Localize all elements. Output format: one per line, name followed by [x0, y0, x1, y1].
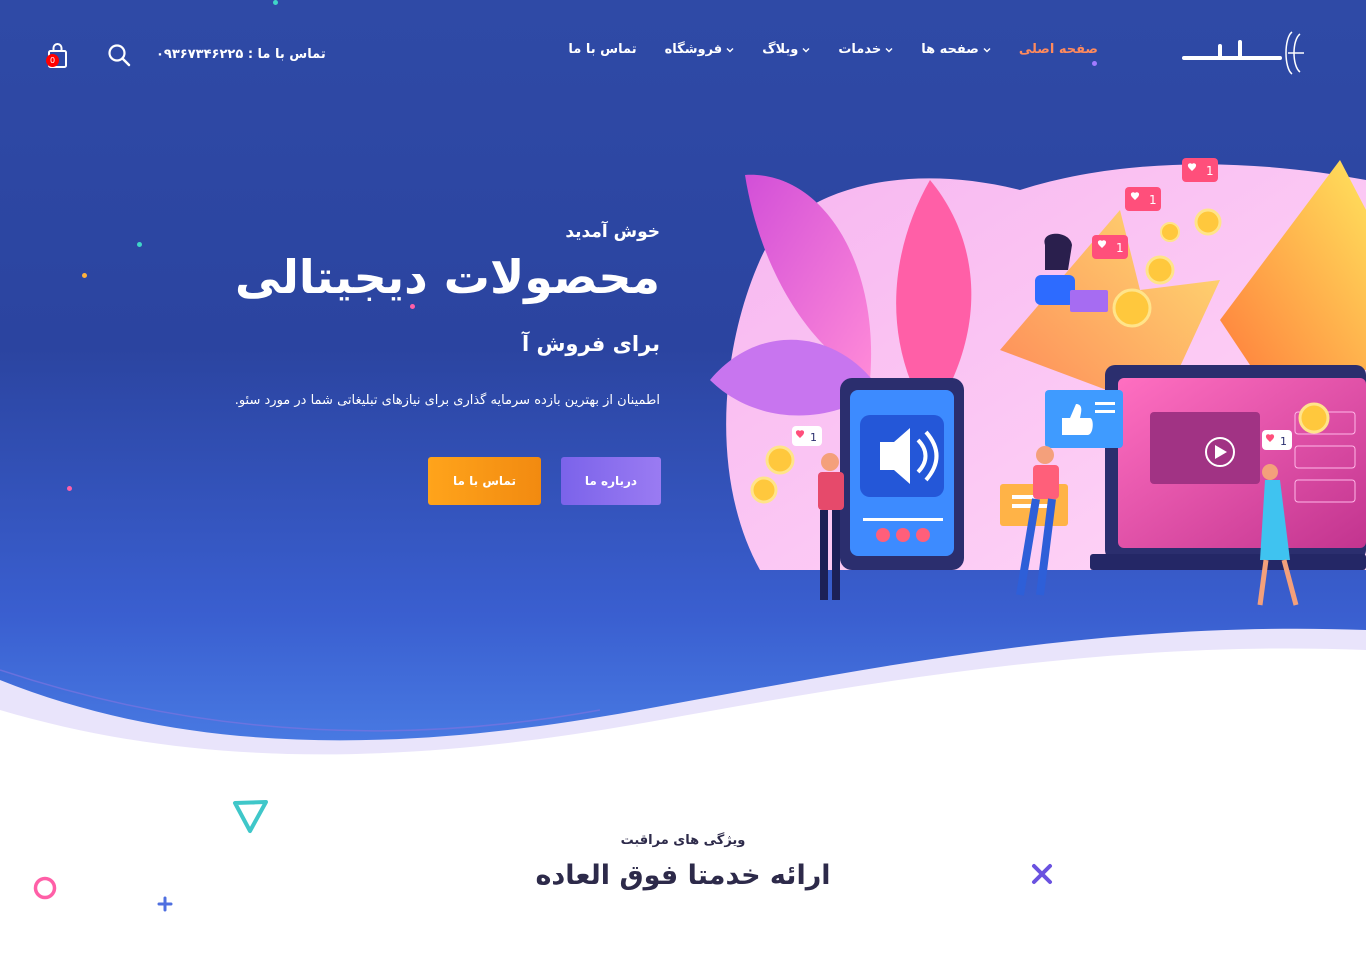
- like-bubble: 1: [1182, 158, 1218, 182]
- sparkle-decoration: [410, 304, 415, 309]
- features-title: ارائه خدمتا فوق العاده: [535, 860, 831, 891]
- svg-text:1: 1: [1116, 241, 1124, 255]
- about-us-button[interactable]: درباره ما: [561, 457, 661, 505]
- nav-item-label: صفحه اصلی: [1018, 42, 1098, 57]
- circle-decoration: [33, 876, 57, 900]
- active-nav-indicator: [1092, 61, 1097, 66]
- hero-headline: محصولات دیجیتالی: [235, 250, 660, 304]
- hero-welcome: خوش آمدید: [565, 222, 660, 242]
- svg-text:1: 1: [1280, 435, 1287, 448]
- nav-item-label: فروشگاه: [664, 42, 723, 57]
- nav-item-contact[interactable]: تماس با ما: [568, 42, 636, 57]
- plus-decoration: [157, 896, 173, 912]
- svg-text:1: 1: [810, 431, 817, 444]
- svg-text:1: 1: [1206, 164, 1214, 178]
- cart-count-badge: 0: [46, 54, 59, 67]
- like-bubble: 1: [792, 426, 822, 446]
- nav-item-home[interactable]: صفحه اصلی: [1019, 42, 1098, 57]
- features-subtitle: ویژگی های مراقبت: [620, 833, 746, 848]
- hero-description: اطمینان از بهترین بازده سرمایه گذاری برا…: [234, 393, 660, 408]
- svg-text:1: 1: [1149, 193, 1157, 207]
- nav-item-label: صفحه ها: [921, 42, 979, 57]
- like-bubble: 1: [1262, 430, 1292, 450]
- like-bubble: 1: [1092, 235, 1128, 259]
- header-contact[interactable]: تماس با ما : ۰۹۳۶۷۳۴۶۲۲۵: [156, 47, 326, 62]
- chevron-down-icon: [802, 47, 810, 52]
- hero-section: صفحه اصلی صفحه ها خدمات وبلاگ فروشگاه تم…: [0, 0, 1366, 770]
- like-bubble: 1: [1125, 187, 1161, 211]
- nav-item-blog[interactable]: وبلاگ: [762, 42, 810, 57]
- sparkle-decoration: [67, 486, 72, 491]
- chevron-down-icon: [885, 47, 893, 52]
- site-header: صفحه اصلی صفحه ها خدمات وبلاگ فروشگاه تم…: [0, 0, 1366, 110]
- nav-item-label: وبلاگ: [762, 42, 799, 57]
- triangle-decoration: [233, 800, 268, 833]
- site-logo[interactable]: [1180, 28, 1308, 78]
- chevron-down-icon: [983, 47, 991, 52]
- sparkle-decoration: [82, 273, 87, 278]
- contact-label: تماس با ما :: [247, 47, 326, 62]
- nav-item-services[interactable]: خدمات: [838, 42, 893, 57]
- search-icon[interactable]: [106, 42, 132, 68]
- cross-decoration: [1032, 864, 1052, 884]
- main-nav: صفحه اصلی صفحه ها خدمات وبلاگ فروشگاه تم…: [568, 42, 1098, 57]
- hero-subheadline: برای فروش آ: [521, 332, 660, 356]
- nav-item-label: خدمات: [838, 42, 882, 57]
- chevron-down-icon: [726, 47, 734, 52]
- contact-phone: ۰۹۳۶۷۳۴۶۲۲۵: [156, 47, 244, 62]
- nav-item-pages[interactable]: صفحه ها: [921, 42, 991, 57]
- sparkle-decoration: [273, 0, 278, 5]
- digital-marketing-illustration: 1 1 1 1 1: [710, 158, 1366, 606]
- sparkle-decoration: [137, 242, 142, 247]
- nav-item-shop[interactable]: فروشگاه: [665, 42, 735, 57]
- contact-us-button[interactable]: تماس با ما: [428, 457, 541, 505]
- nav-item-label: تماس با ما: [568, 42, 637, 57]
